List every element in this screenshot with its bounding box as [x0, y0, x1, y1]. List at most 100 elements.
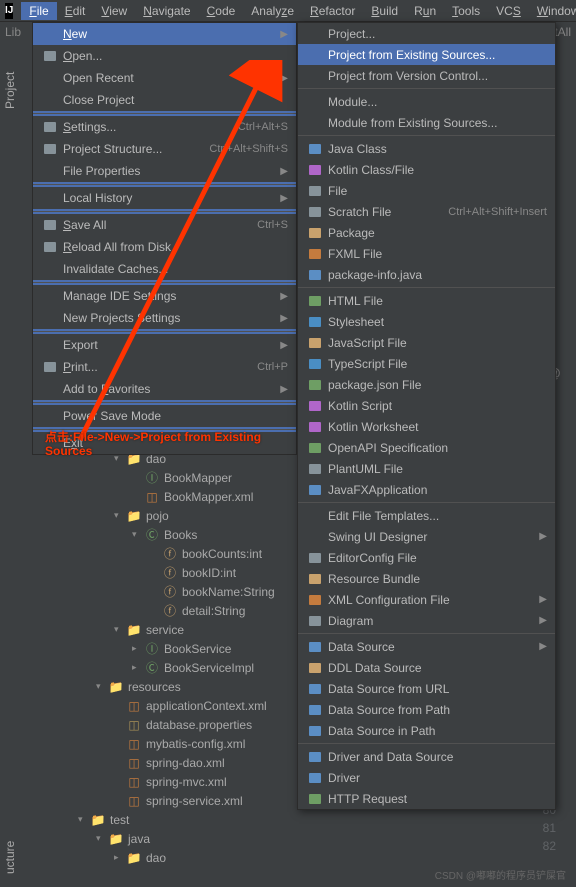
- menu-item-label: Diagram: [324, 614, 539, 628]
- tree-label: bookName:String: [182, 585, 275, 599]
- new-menu-item-file[interactable]: File: [298, 180, 555, 201]
- new-menu-item-data-source[interactable]: Data Source ▶: [298, 636, 555, 657]
- menu-code[interactable]: Code: [199, 2, 244, 20]
- menu-vcs[interactable]: VCS: [488, 2, 529, 20]
- menu-item-label: Edit File Templates...: [324, 509, 547, 523]
- new-menu-item-project-from-existing-sources-[interactable]: Project from Existing Sources...: [298, 44, 555, 65]
- new-menu-item-swing-ui-designer[interactable]: Swing UI Designer ▶: [298, 526, 555, 547]
- file-menu-item-new-projects-settings[interactable]: New Projects Settings ▶: [33, 307, 296, 329]
- kotlin-icon: [306, 420, 324, 434]
- new-menu-item-fxml-file[interactable]: FXML File: [298, 243, 555, 264]
- tree-chevron-icon[interactable]: ▾: [96, 833, 108, 844]
- menu-view[interactable]: View: [93, 2, 135, 20]
- file-menu-item-project-structure-[interactable]: Project Structure... Ctrl+Alt+Shift+S: [33, 138, 296, 160]
- file-menu-item-close-project[interactable]: Close Project: [33, 89, 296, 111]
- new-menu-item-ddl-data-source[interactable]: DDL Data Source: [298, 657, 555, 678]
- side-tab-structure[interactable]: ucture: [0, 827, 20, 887]
- new-menu-item-javafxapplication[interactable]: JavaFXApplication: [298, 479, 555, 500]
- file-menu-item-save-all[interactable]: Save All Ctrl+S: [33, 214, 296, 236]
- tree-chevron-icon[interactable]: ▸: [114, 852, 126, 863]
- new-menu-item-module-from-existing-sources-[interactable]: Module from Existing Sources...: [298, 112, 555, 133]
- menu-edit[interactable]: Edit: [57, 2, 94, 20]
- new-menu-item-java-class[interactable]: Java Class: [298, 138, 555, 159]
- menu-refactor[interactable]: Refactor: [302, 2, 363, 20]
- file-menu-item-open-recent[interactable]: Open Recent ▶: [33, 67, 296, 89]
- new-menu-item-data-source-from-url[interactable]: Data Source from URL: [298, 678, 555, 699]
- javafx-icon: [306, 483, 324, 497]
- menu-build[interactable]: Build: [363, 2, 406, 20]
- menu-shortcut: Ctrl+Alt+Shift+S: [209, 143, 288, 155]
- menu-item-label: Project...: [324, 27, 547, 41]
- new-menu-item-project-[interactable]: Project...: [298, 23, 555, 44]
- tree-chevron-icon[interactable]: ▾: [114, 510, 126, 521]
- menu-tools[interactable]: Tools: [444, 2, 488, 20]
- new-menu-item-data-source-from-path[interactable]: Data Source from Path: [298, 699, 555, 720]
- file-menu-item-export[interactable]: Export ▶: [33, 334, 296, 356]
- new-menu-item-openapi-specification[interactable]: OpenAPI Specification: [298, 437, 555, 458]
- wrench-icon: [41, 120, 59, 134]
- new-menu-item-scratch-file[interactable]: Scratch File Ctrl+Alt+Shift+Insert: [298, 201, 555, 222]
- menu-item-label: Data Source in Path: [324, 724, 547, 738]
- tree-chevron-icon[interactable]: ▸: [132, 662, 144, 673]
- menu-item-label: Invalidate Caches...: [59, 262, 288, 276]
- class-green-icon: Ⓒ: [144, 526, 160, 543]
- new-menu-item-kotlin-worksheet[interactable]: Kotlin Worksheet: [298, 416, 555, 437]
- new-menu-item-package-info-java[interactable]: package-info.java: [298, 264, 555, 285]
- new-menu-item-xml-configuration-file[interactable]: XML Configuration File ▶: [298, 589, 555, 610]
- file-menu-item-power-save-mode[interactable]: Power Save Mode: [33, 405, 296, 427]
- structure-icon: [41, 142, 59, 156]
- new-menu-item-http-request[interactable]: HTTP Request: [298, 788, 555, 809]
- tree-chevron-icon[interactable]: ▸: [132, 643, 144, 654]
- submenu-arrow-icon: ▶: [280, 313, 288, 324]
- folder-icon: 📁: [126, 509, 142, 523]
- new-menu-item-editorconfig-file[interactable]: EditorConfig File: [298, 547, 555, 568]
- scratch-icon: [306, 205, 324, 219]
- xml-icon: ◫: [126, 775, 142, 789]
- file-menu-item-manage-ide-settings[interactable]: Manage IDE Settings ▶: [33, 285, 296, 307]
- new-menu-item-data-source-in-path[interactable]: Data Source in Path: [298, 720, 555, 741]
- file-menu-item-add-to-favorites[interactable]: Add to Favorites ▶: [33, 378, 296, 400]
- new-menu-item-project-from-version-control-[interactable]: Project from Version Control...: [298, 65, 555, 86]
- tree-chevron-icon[interactable]: ▾: [132, 529, 144, 540]
- menu-run[interactable]: Run: [406, 2, 444, 20]
- tree-row[interactable]: ▸ 📁 dao: [20, 848, 500, 867]
- folder-icon: 📁: [126, 851, 142, 865]
- file-menu-item-new[interactable]: New ▶: [33, 23, 296, 45]
- file-menu-item-invalidate-caches-[interactable]: Invalidate Caches...: [33, 258, 296, 280]
- new-menu-item-package[interactable]: Package: [298, 222, 555, 243]
- side-tab-project[interactable]: Project: [0, 60, 20, 120]
- new-menu-item-kotlin-class-file[interactable]: Kotlin Class/File: [298, 159, 555, 180]
- menu-navigate[interactable]: Navigate: [135, 2, 198, 20]
- file-menu-item-reload-all-from-disk[interactable]: Reload All from Disk: [33, 236, 296, 258]
- new-menu-item-stylesheet[interactable]: Stylesheet: [298, 311, 555, 332]
- menu-window[interactable]: Window: [529, 2, 576, 20]
- file-menu-item-file-properties[interactable]: File Properties ▶: [33, 160, 296, 182]
- new-menu-item-module-[interactable]: Module...: [298, 91, 555, 112]
- new-menu-item-package-json-file[interactable]: package.json File: [298, 374, 555, 395]
- new-menu-item-diagram[interactable]: Diagram ▶: [298, 610, 555, 631]
- tree-row[interactable]: ▾ 📁 test: [20, 810, 500, 829]
- new-menu-item-plantuml-file[interactable]: PlantUML File: [298, 458, 555, 479]
- new-menu-item-driver[interactable]: Driver: [298, 767, 555, 788]
- new-menu-item-typescript-file[interactable]: TypeScript File: [298, 353, 555, 374]
- new-menu-item-javascript-file[interactable]: JavaScript File: [298, 332, 555, 353]
- menu-item-label: JavaScript File: [324, 336, 547, 350]
- new-menu-item-resource-bundle[interactable]: Resource Bundle: [298, 568, 555, 589]
- tree-chevron-icon[interactable]: ▾: [114, 624, 126, 635]
- file-menu-item-open-[interactable]: Open...: [33, 45, 296, 67]
- new-menu-item-driver-and-data-source[interactable]: Driver and Data Source: [298, 746, 555, 767]
- tree-chevron-icon[interactable]: ▾: [78, 814, 90, 825]
- tree-chevron-icon[interactable]: ▾: [96, 681, 108, 692]
- menu-file[interactable]: File: [21, 2, 56, 20]
- file-menu-item-local-history[interactable]: Local History ▶: [33, 187, 296, 209]
- tree-row[interactable]: ▾ 📁 java: [20, 829, 500, 848]
- file-menu-item-settings-[interactable]: Settings... Ctrl+Alt+S: [33, 116, 296, 138]
- menu-analyze[interactable]: Analyze: [243, 2, 302, 20]
- file-menu-item-print-[interactable]: Print... Ctrl+P: [33, 356, 296, 378]
- new-menu-item-kotlin-script[interactable]: Kotlin Script: [298, 395, 555, 416]
- folder-icon: 📁: [126, 623, 142, 637]
- menu-item-label: Project Structure...: [59, 142, 209, 156]
- new-menu-item-edit-file-templates-[interactable]: Edit File Templates...: [298, 505, 555, 526]
- new-menu-item-html-file[interactable]: HTML File: [298, 290, 555, 311]
- folder-icon: 📁: [90, 813, 106, 827]
